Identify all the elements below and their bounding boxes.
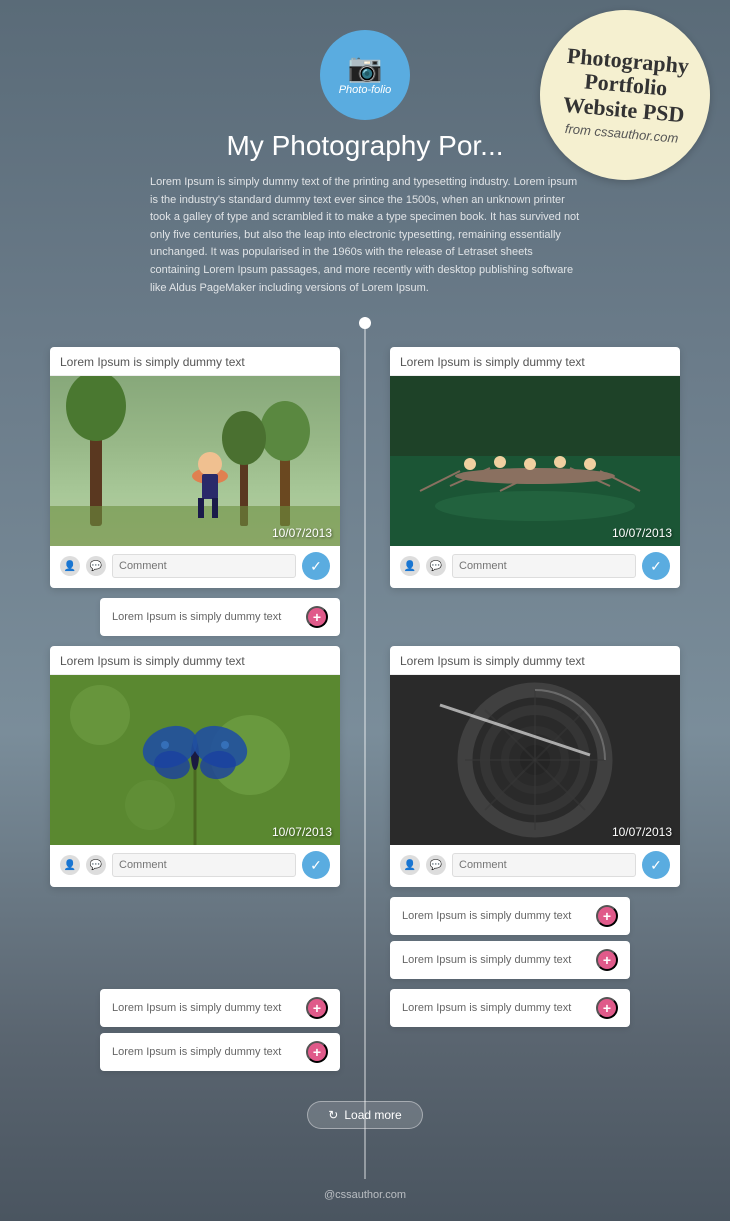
photo-card-1: Lorem Ipsum is simply dummy text	[50, 347, 340, 588]
card4-submit-btn[interactable]: ✓	[642, 851, 670, 879]
card3-footer: 👤 💬 ✓	[50, 845, 340, 887]
card4-title: Lorem Ipsum is simply dummy text	[390, 646, 680, 675]
small-item-2-plus-btn[interactable]: +	[596, 905, 618, 927]
small-item-4-text: Lorem Ipsum is simply dummy text	[112, 1002, 306, 1014]
card1-image-container: 10/07/2013	[50, 376, 340, 546]
card4-comment-input[interactable]	[452, 853, 636, 877]
load-more-label: Load more	[344, 1108, 401, 1122]
badge-line1: Photography Portfolio Website PSD	[562, 44, 690, 127]
card2-title: Lorem Ipsum is simply dummy text	[390, 347, 680, 376]
camera-icon: 📷	[348, 54, 383, 82]
small-item-1: Lorem Ipsum is simply dummy text +	[100, 598, 340, 636]
card3-photo: 10/07/2013	[50, 675, 340, 845]
small-item-4: Lorem Ipsum is simply dummy text +	[100, 989, 340, 1027]
card3-image-container: 10/07/2013	[50, 675, 340, 845]
card4-image-container: 10/07/2013	[390, 675, 680, 845]
small-item-row-1: Lorem Ipsum is simply dummy text +	[0, 598, 730, 636]
share-icon-2: 💬	[426, 556, 446, 576]
small-item-3: Lorem Ipsum is simply dummy text +	[390, 941, 630, 979]
small-item-2: Lorem Ipsum is simply dummy text +	[390, 897, 630, 935]
small-items-bottom: Lorem Ipsum is simply dummy text + Lorem…	[0, 989, 730, 1071]
timeline-left-si4: Lorem Ipsum is simply dummy text +	[0, 989, 365, 1027]
timeline-right-1: Lorem Ipsum is simply dummy text	[365, 347, 730, 588]
card2-footer: 👤 💬 ✓	[390, 546, 680, 588]
small-item-6-plus-btn[interactable]: +	[306, 1041, 328, 1063]
small-item-2-text: Lorem Ipsum is simply dummy text	[402, 910, 596, 922]
avatar-icon-3: 👤	[60, 855, 80, 875]
footer-credit: @cssauthor.com	[0, 1179, 730, 1221]
card1-title: Lorem Ipsum is simply dummy text	[50, 347, 340, 376]
share-icon-1: 💬	[86, 556, 106, 576]
card2-submit-btn[interactable]: ✓	[642, 552, 670, 580]
card3-date: 10/07/2013	[272, 825, 332, 839]
card2-image-container: 10/07/2013	[390, 376, 680, 546]
small-item-6: Lorem Ipsum is simply dummy text +	[100, 1033, 340, 1071]
photo-card-2: Lorem Ipsum is simply dummy text	[390, 347, 680, 588]
card1-footer: 👤 💬 ✓	[50, 546, 340, 588]
small-item-4-plus-btn[interactable]: +	[306, 997, 328, 1019]
timeline-right-si5: Lorem Ipsum is simply dummy text +	[365, 989, 730, 1027]
timeline-row-2: Lorem Ipsum is simply dummy text	[0, 646, 730, 887]
avatar-icon-1: 👤	[60, 556, 80, 576]
arch-scene-svg	[390, 675, 680, 845]
card4-footer: 👤 💬 ✓	[390, 845, 680, 887]
small-item-5: Lorem Ipsum is simply dummy text +	[390, 989, 630, 1027]
load-more-container: ↻ Load more	[0, 1081, 730, 1139]
card3-comment-input[interactable]	[112, 853, 296, 877]
timeline-left-si1: Lorem Ipsum is simply dummy text +	[0, 598, 365, 636]
small-item-1-text: Lorem Ipsum is simply dummy text	[112, 611, 306, 623]
timeline-right-2: Lorem Ipsum is simply dummy text	[365, 646, 730, 887]
main-content: 📷 Photo-folio My Photography Por... Lore…	[0, 0, 730, 1221]
timeline-section: Lorem Ipsum is simply dummy text	[0, 317, 730, 1179]
small-item-5-text: Lorem Ipsum is simply dummy text	[402, 1002, 596, 1014]
photo-card-3: Lorem Ipsum is simply dummy text	[50, 646, 340, 887]
card3-title: Lorem Ipsum is simply dummy text	[50, 646, 340, 675]
butterfly-scene-svg	[50, 675, 340, 845]
avatar-icon-2: 👤	[400, 556, 420, 576]
share-icon-3: 💬	[86, 855, 106, 875]
timeline-left-1: Lorem Ipsum is simply dummy text	[0, 347, 365, 588]
card2-date: 10/07/2013	[612, 526, 672, 540]
small-item-5-plus-btn[interactable]: +	[596, 997, 618, 1019]
timeline-left-si6: Lorem Ipsum is simply dummy text +	[0, 1033, 365, 1071]
small-items-group: Lorem Ipsum is simply dummy text + Lorem…	[0, 897, 730, 979]
card1-photo: 10/07/2013	[50, 376, 340, 546]
timeline-right-si3: Lorem Ipsum is simply dummy text +	[365, 941, 730, 979]
card3-submit-btn[interactable]: ✓	[302, 851, 330, 879]
avatar-icon-4: 👤	[400, 855, 420, 875]
photo-card-4: Lorem Ipsum is simply dummy text	[390, 646, 680, 887]
rowers-scene-svg	[390, 376, 680, 546]
child-scene-svg	[50, 376, 340, 546]
header: 📷 Photo-folio My Photography Por... Lore…	[0, 0, 730, 317]
small-item-1-plus-btn[interactable]: +	[306, 606, 328, 628]
timeline-left-2: Lorem Ipsum is simply dummy text	[0, 646, 365, 887]
share-icon-4: 💬	[426, 855, 446, 875]
card4-photo: 10/07/2013	[390, 675, 680, 845]
logo-text: Photo-folio	[339, 84, 392, 96]
site-description: Lorem Ipsum is simply dummy text of the …	[150, 174, 580, 297]
load-more-icon: ↻	[328, 1108, 338, 1122]
small-item-6-text: Lorem Ipsum is simply dummy text	[112, 1046, 306, 1058]
small-item-3-text: Lorem Ipsum is simply dummy text	[402, 954, 596, 966]
timeline-right-si2: Lorem Ipsum is simply dummy text +	[365, 897, 730, 935]
timeline-dot-top	[359, 317, 371, 329]
card2-comment-input[interactable]	[452, 554, 636, 578]
card1-comment-input[interactable]	[112, 554, 296, 578]
load-more-button[interactable]: ↻ Load more	[307, 1101, 422, 1129]
logo: 📷 Photo-folio	[320, 30, 410, 120]
card1-submit-btn[interactable]: ✓	[302, 552, 330, 580]
card1-date: 10/07/2013	[272, 526, 332, 540]
small-item-3-plus-btn[interactable]: +	[596, 949, 618, 971]
card4-date: 10/07/2013	[612, 825, 672, 839]
timeline-row-1: Lorem Ipsum is simply dummy text	[0, 327, 730, 588]
card2-photo: 10/07/2013	[390, 376, 680, 546]
